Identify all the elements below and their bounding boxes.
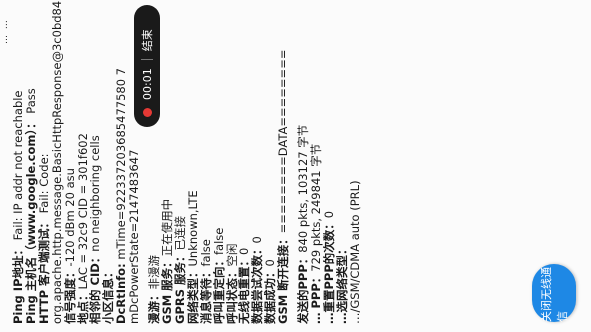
msg-waiting-value: false <box>198 239 213 267</box>
recording-divider <box>141 59 153 61</box>
ping-ip-label: Ping IP地址： <box>11 244 25 324</box>
data-attempts-label: 数据尝试次数： <box>250 243 265 325</box>
signal-value: -120 dBm 20 asu <box>62 168 77 267</box>
recording-end-button[interactable]: 结束 <box>139 29 155 51</box>
status-bar: … … <box>0 4 14 44</box>
gsm-disconnect-row: GSM 断开连接：========DATA======== <box>276 8 291 324</box>
pref-network-label: …选网络类型： <box>334 243 349 325</box>
location-value: LAC = 32c9 CID = 301f602 <box>75 133 90 290</box>
dcrt-info-label: DcRtInfo: <box>114 263 129 324</box>
ppp-sent-label: 发送的PPP： <box>296 252 311 324</box>
ping-host-value: Pass <box>23 88 38 114</box>
gsm-disconnect-value: ========DATA======== <box>276 49 291 234</box>
location-label: 地点： <box>75 289 90 325</box>
ppp-recv-value: 729 pkts, 249841 字节 <box>308 143 323 272</box>
pref-network-select-value: …/GSM/CDMA auto (PRL) <box>347 180 362 324</box>
roaming-value: 非漫游 <box>147 255 162 290</box>
call-redirect-label: 呼叫重定向： <box>211 255 226 324</box>
status-text-1: … <box>0 35 10 44</box>
ppp-reset-value: 0 <box>321 210 336 219</box>
status-text-2: … <box>0 20 10 30</box>
neighbor-value: no neighboring cells <box>88 135 103 252</box>
radio-info-list: Ping IP地址： Fail: IP addr not reachable P… <box>11 1 362 325</box>
gprs-service-label: GPRS 服务： <box>172 250 187 324</box>
gsm-disconnect-label: GSM 断开连接： <box>276 233 291 324</box>
msg-waiting-label: 消息等待： <box>198 266 213 325</box>
record-dot-icon <box>142 108 152 117</box>
data-success-label: 数据成功： <box>263 266 278 325</box>
neighbor-label: 相邻的 CID： <box>88 251 103 324</box>
ping-ip-value: Fail: IP addr not reachable <box>11 90 25 241</box>
screen-recording-pill[interactable]: 00:01 结束 <box>134 5 160 127</box>
cell-info-label: 小区信息： <box>101 266 116 325</box>
close-radio-button[interactable]: 关闭无线通信 <box>532 264 576 322</box>
data-attempts-value: 0 <box>250 236 265 244</box>
pref-network-select[interactable]: …/GSM/CDMA auto (PRL) <box>347 8 362 324</box>
screenshot-stage: Ping IP地址： Fail: IP addr not reachable P… <box>0 0 591 332</box>
ppp-sent-value: 840 pkts, 103127 字节 <box>296 124 311 253</box>
ppp-recv-label: … PPP： <box>308 271 323 324</box>
call-redirect-value: false <box>211 227 226 255</box>
network-type-label: 网络类型： <box>185 266 200 325</box>
recording-time: 00:01 <box>140 68 154 100</box>
radio-reset-label: 无线电重置： <box>237 255 252 324</box>
phone-screen: Ping IP地址： Fail: IP addr not reachable P… <box>0 0 591 332</box>
ping-host-label: Ping 主机名（www.google.com）： <box>23 117 38 324</box>
roaming-label: 漫游： <box>147 289 162 325</box>
call-status-value: 空闲 <box>224 243 239 267</box>
ppp-reset-label: …重置PPP的次数： <box>321 218 336 324</box>
gsm-service-value: 正在使用中 <box>159 198 174 257</box>
gprs-service-value: 已连接 <box>172 215 187 251</box>
call-status-label: 呼叫状态： <box>224 266 239 325</box>
signal-label: 信号强度： <box>62 266 77 325</box>
data-success-value: 0 <box>263 259 278 267</box>
gsm-service-label: GSM 服务： <box>159 256 174 324</box>
http-test-row: HTTP 客户端测试： Fail: Code: org.apache.http.… <box>36 1 64 324</box>
radio-reset-value: 0 <box>237 247 252 255</box>
network-type-value: Unknown,LTE <box>185 190 200 267</box>
http-test-label: HTTP 客户端测试： <box>36 216 51 324</box>
